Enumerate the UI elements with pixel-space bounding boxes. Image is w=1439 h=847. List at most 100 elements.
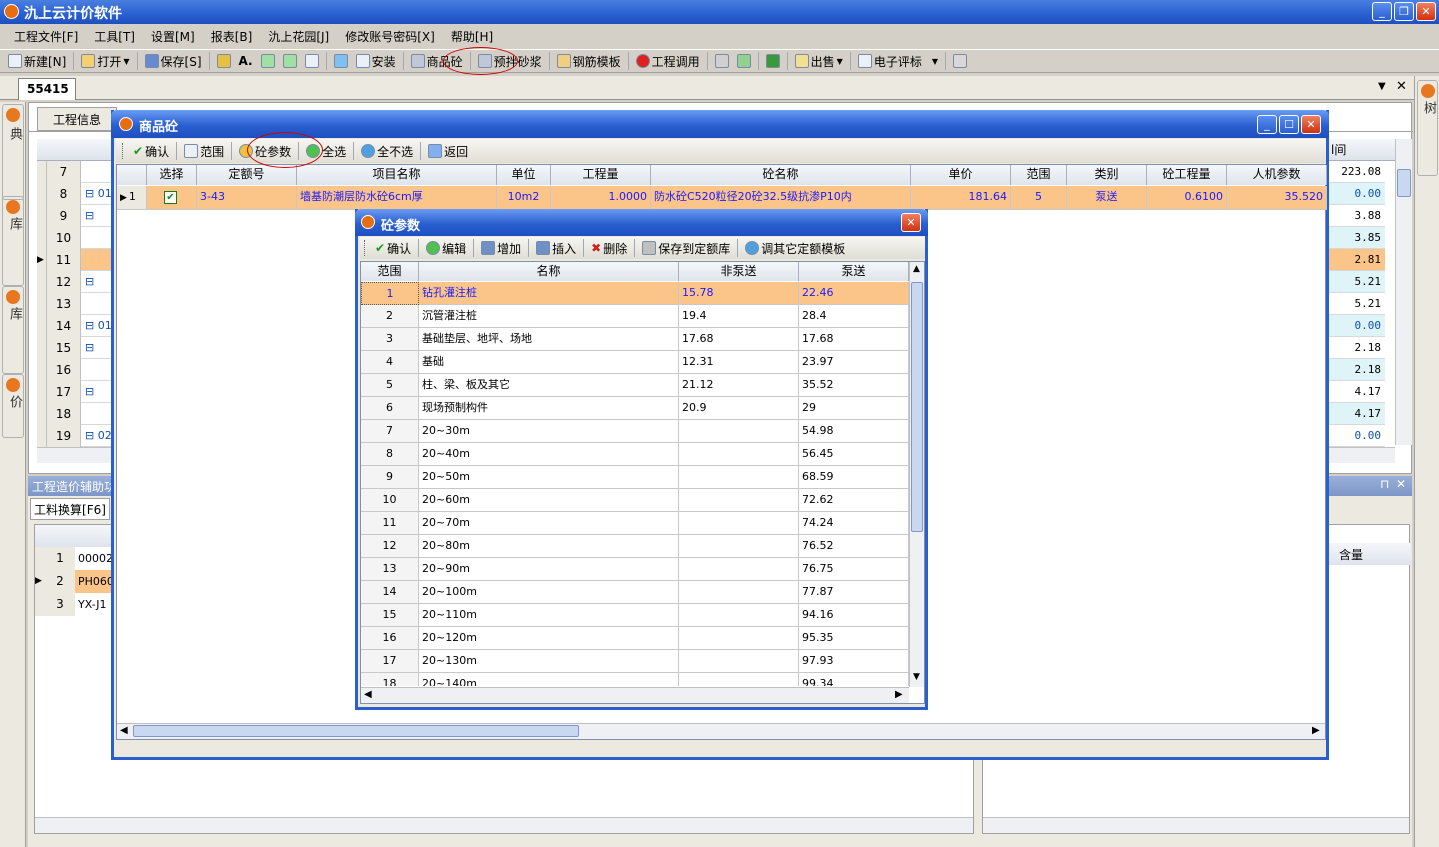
column-header[interactable]: 选择 [147,165,197,185]
side-tab-bill-library[interactable]: 清单管理库 [2,196,41,286]
minimize-button[interactable]: _ [1372,2,1392,21]
move-up-button[interactable] [257,51,279,71]
save-button[interactable]: 保存[S] [141,51,206,71]
table-row[interactable]: 8 20~40m 56.45 [361,443,909,466]
scroll-left-arrow-icon[interactable]: ◀ [364,689,372,700]
calculator-button[interactable] [949,51,971,71]
rebar-template-button[interactable]: 钢筋模板 [553,51,625,71]
excel-button[interactable] [762,51,784,71]
close-button[interactable]: ✕ [1416,2,1436,21]
move-down-button[interactable] [279,51,301,71]
column-header[interactable]: 类别 [1067,165,1147,185]
column-header[interactable]: 砼工程量 [1147,165,1227,185]
column-header[interactable]: 单价 [911,165,1011,185]
select-checkbox[interactable]: ✔ [147,186,197,210]
table-row[interactable]: 6 现场预制构件 20.9 29 [361,397,909,420]
scroll-left-arrow-icon[interactable]: ◀ [120,725,128,736]
bottom-right-hscrollbar[interactable] [983,817,1409,833]
table-row[interactable]: 17 20~130m 97.93 [361,650,909,673]
menu-item[interactable]: 设置[M] [143,27,203,47]
params-grid-vscrollbar[interactable]: ▲ ▼ [909,262,924,687]
column-header[interactable]: 项目名称 [297,165,497,185]
params-edit-button[interactable]: 编辑 [422,238,470,258]
params-close-button[interactable]: ✕ [901,213,921,232]
range-button[interactable]: 范围 [180,141,228,161]
column-header[interactable]: 范围 [361,262,419,281]
tab-list-dropdown-icon[interactable]: ▼ [1378,81,1386,92]
confirm-button[interactable]: ✔ 确认 [129,141,173,161]
column-header[interactable]: 范围 [1011,165,1067,185]
table-row[interactable]: 9 20~50m 68.59 [361,466,909,489]
table-row[interactable]: 16 20~120m 95.35 [361,627,909,650]
column-header[interactable]: 泵送 [799,262,909,281]
font-button[interactable]: A. [235,51,257,71]
bg-scroll-thumb[interactable] [1397,169,1411,197]
close-panel-icon[interactable]: ✕ [1396,477,1406,491]
scroll-right-arrow-icon[interactable]: ▶ [895,689,903,700]
checkbox-checked-icon[interactable]: ✔ [164,191,177,204]
close-document-icon[interactable]: ✕ [1396,79,1407,94]
table-row[interactable]: 15 20~110m 94.16 [361,604,909,627]
open-button[interactable]: 打开 ▼ [77,51,133,71]
params-insert-button[interactable]: 插入 [532,238,580,258]
scroll-up-arrow-icon[interactable]: ▲ [913,264,920,274]
menu-item[interactable]: 工程文件[F] [6,27,86,47]
back-button[interactable]: 返回 [424,141,472,161]
menu-item[interactable]: 氿上花园[J] [260,27,337,47]
table-row[interactable]: 14 20~100m 77.87 [361,581,909,604]
table-row[interactable]: 10 20~60m 72.62 [361,489,909,512]
table-row[interactable]: 5 柱、梁、板及其它 21.12 35.52 [361,374,909,397]
bg-vertical-scrollbar[interactable] [1395,139,1412,445]
grid-button[interactable] [301,51,323,71]
menu-item[interactable]: 报表[B] [203,27,261,47]
table-row[interactable]: 12 20~80m 76.52 [361,535,909,558]
e-bid-button[interactable]: 电子评标 ▼ [854,51,942,71]
sell-button[interactable]: 出售 ▼ [791,51,847,71]
document-tab[interactable]: 55415 [18,78,76,100]
side-tab-material-dictionary[interactable]: 工料机字典 [2,104,41,200]
pin-icon[interactable]: ⊓ [1380,477,1389,491]
scroll-right-arrow-icon[interactable]: ▶ [1312,725,1320,736]
dialog-minimize-button[interactable]: _ [1257,115,1277,134]
table-row[interactable]: 4 基础 12.31 23.97 [361,351,909,374]
table-row[interactable]: 3 基础垫层、地坪、场地 17.68 17.68 [361,328,909,351]
concrete-grid-hscroll-thumb[interactable] [133,725,579,737]
dialog-maximize-button[interactable]: ☐ [1279,115,1299,134]
column-header[interactable]: 名称 [419,262,679,281]
side-tab-provisional-price[interactable]: 暂估价 [2,374,41,438]
new-button[interactable]: 新建[N] [4,51,70,71]
pin-button[interactable] [213,51,235,71]
params-vscroll-thumb[interactable] [911,282,923,532]
side-tab-quota-library[interactable]: 定额管理库 [2,286,41,374]
bottom-left-hscrollbar[interactable] [35,817,973,833]
params-add-button[interactable]: 增加 [477,238,525,258]
column-header[interactable]: 工程量 [551,165,651,185]
params-grid-hscrollbar[interactable]: ◀ ▶ [361,687,909,703]
table-row[interactable]: 7 20~30m 54.98 [361,420,909,443]
table-row[interactable]: 18 20~140m 99.34 [361,673,909,686]
column-header[interactable]: 定额号 [197,165,297,185]
column-header[interactable]: 非泵送 [679,262,799,281]
tab-material-conversion[interactable]: 工料换算[F6] [30,498,110,520]
params-delete-button[interactable]: ✖ 删除 [587,238,631,258]
tab-project-info[interactable]: 工程信息 [37,107,117,131]
select-none-button[interactable]: 全不选 [357,141,417,161]
table-row[interactable]: 1 钻孔灌注桩 15.78 22.46 [361,282,909,305]
column-header[interactable]: 人机参数 [1227,165,1327,185]
save-to-quota-library-button[interactable]: 保存到定额库 [638,238,734,258]
concrete-grid-row[interactable]: ▶ 1 ✔ 3-43 墙基防潮层防水砼6cm厚 10m2 1.0000 防水砼C520粒径20… [117,186,1327,210]
translate-button[interactable] [733,51,755,71]
column-header[interactable]: 单位 [497,165,551,185]
restore-button[interactable]: ❐ [1394,2,1414,21]
link-button[interactable] [711,51,733,71]
params-confirm-button[interactable]: ✔ 确认 [371,238,415,258]
table-row[interactable]: 11 20~70m 74.24 [361,512,909,535]
project-import-button[interactable]: 工程调用 [632,51,704,71]
column-header[interactable] [117,165,147,185]
menu-item[interactable]: 修改账号密码[X] [337,27,443,47]
menu-item[interactable]: 工具[T] [86,27,143,47]
side-tab-project-tree[interactable]: 工程管理树 [1417,80,1438,176]
install-button[interactable]: 安装 [352,51,400,71]
scroll-down-arrow-icon[interactable]: ▼ [913,672,920,682]
menu-item[interactable]: 帮助[H] [443,27,501,47]
